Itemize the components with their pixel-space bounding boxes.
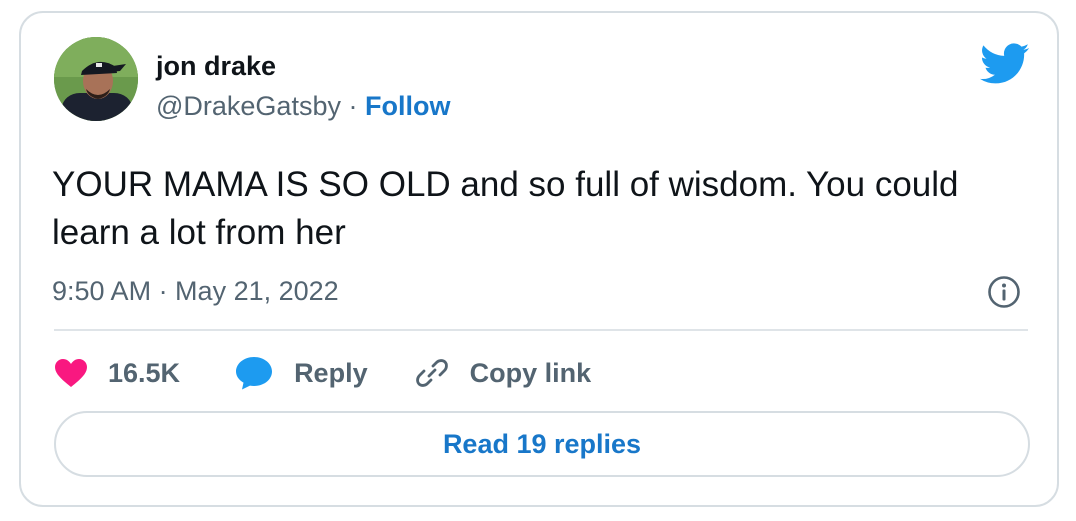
author-handle-row: @DrakeGatsby · Follow — [156, 89, 450, 123]
action-bar: 16.5K Reply Copy link — [54, 353, 591, 393]
link-icon — [414, 355, 450, 391]
author-handle[interactable]: @DrakeGatsby — [156, 91, 341, 121]
copy-link-button[interactable]: Copy link — [414, 355, 592, 391]
handle-separator: · — [348, 91, 358, 121]
tweet-timestamp[interactable]: 9:50 AM · May 21, 2022 — [52, 274, 339, 308]
tweet-text: YOUR MAMA IS SO OLD and so full of wisdo… — [52, 165, 959, 252]
like-button[interactable]: 16.5K — [54, 358, 180, 389]
reply-label: Reply — [294, 357, 368, 388]
tweet-card: jon drake @DrakeGatsby · Follow YOUR MAM… — [19, 11, 1059, 507]
twitter-bird-icon[interactable] — [980, 43, 1030, 85]
follow-link[interactable]: Follow — [365, 91, 450, 121]
read-replies-button[interactable]: Read 19 replies — [54, 411, 1030, 477]
info-icon[interactable] — [987, 275, 1021, 309]
heart-icon — [54, 358, 88, 388]
author-name[interactable]: jon drake — [156, 49, 276, 83]
avatar[interactable] — [54, 37, 138, 121]
reply-button[interactable]: Reply — [234, 356, 368, 390]
divider — [54, 329, 1028, 331]
reply-bubble-icon — [234, 356, 274, 390]
like-count: 16.5K — [108, 357, 181, 388]
copy-link-label: Copy link — [469, 357, 592, 388]
